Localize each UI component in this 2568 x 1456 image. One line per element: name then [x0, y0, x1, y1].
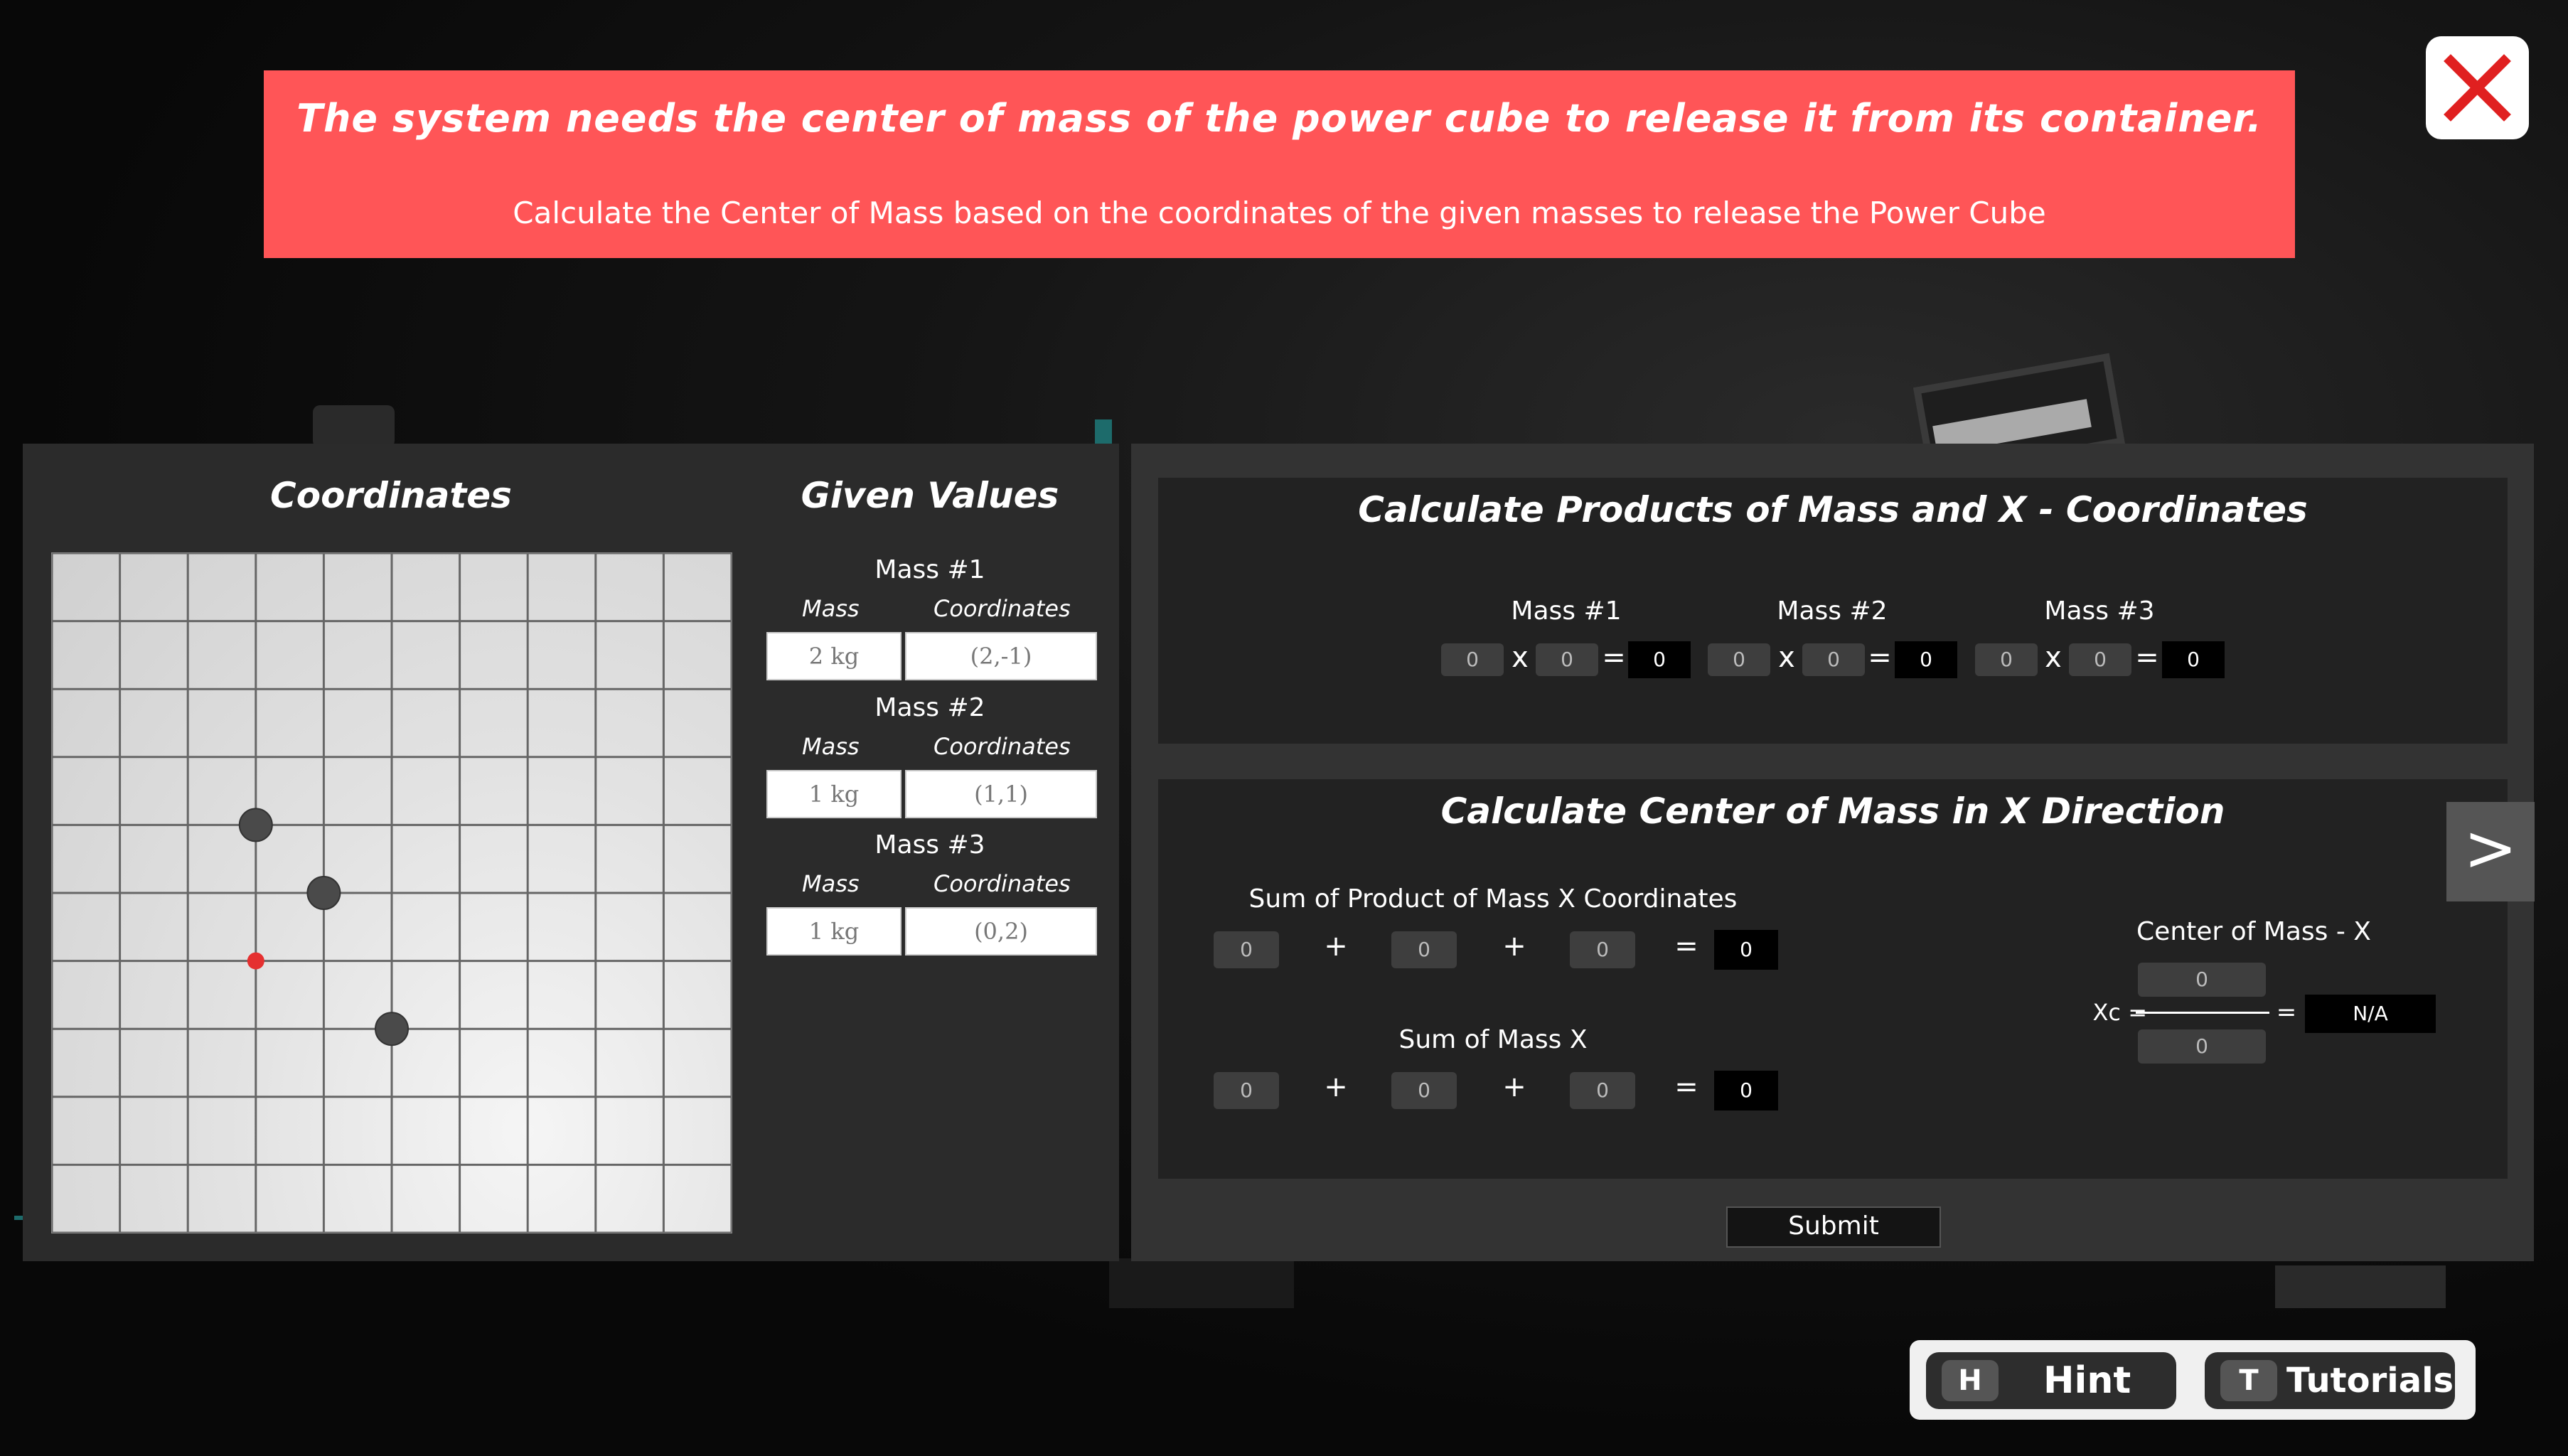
product-mass-1-times: x	[1512, 641, 1529, 674]
sum-product-plus-2: +	[1502, 930, 1526, 963]
product-mass-3-coord-input[interactable]: 0	[2069, 643, 2131, 676]
mass-2-coordinates: (1,1)	[905, 770, 1097, 818]
product-mass-1-result: 0	[1628, 641, 1691, 678]
sum-product-input-3[interactable]: 0	[1570, 931, 1635, 968]
close-button[interactable]	[2426, 36, 2529, 139]
sum-mass-input-1[interactable]: 0	[1214, 1072, 1279, 1109]
game-scene: The system needs the center of mass of t…	[0, 0, 2568, 1456]
mass-1-title: Mass #1	[874, 555, 985, 584]
mass-2-mass-header: Mass	[802, 733, 860, 760]
close-icon	[2444, 54, 2511, 122]
xc-numerator-input[interactable]: 0	[2138, 963, 2266, 997]
mass-3-coordinates: (0,2)	[905, 907, 1097, 956]
product-mass-3-mass-input[interactable]: 0	[1975, 643, 2038, 676]
mass-point-1	[238, 808, 273, 842]
product-mass-2-mass-input[interactable]: 0	[1708, 643, 1770, 676]
sum-mass-plus-2: +	[1502, 1071, 1526, 1103]
sum-mass-plus-1: +	[1324, 1071, 1348, 1103]
mass-1-value: 2 kg	[766, 632, 902, 680]
xc-label: Xc =	[2092, 999, 2148, 1026]
background-floor-block	[2275, 1265, 2446, 1308]
fraction-line	[2136, 1012, 2269, 1014]
tutorials-label: Tutorials	[2286, 1361, 2454, 1401]
mass-3-coord-header: Coordinates	[933, 870, 1071, 897]
product-mass-2-label: Mass #2	[1777, 596, 1888, 626]
coordinates-title: Coordinates	[270, 475, 512, 516]
submit-button[interactable]: Submit	[1726, 1206, 1941, 1248]
product-mass-2-coord-input[interactable]: 0	[1802, 643, 1865, 676]
mass-1-coord-header: Coordinates	[933, 595, 1071, 622]
center-of-mass-x-label: Center of Mass - X	[2136, 917, 2371, 946]
product-mass-2-equals: =	[1868, 641, 1892, 674]
sum-product-label: Sum of Product of Mass X Coordinates	[1248, 884, 1738, 914]
sum-product-result: 0	[1714, 930, 1778, 970]
banner-subtitle: Calculate the Center of Mass based on th…	[513, 196, 2046, 230]
xc-denominator-input[interactable]: 0	[2138, 1029, 2266, 1064]
sum-product-input-1[interactable]: 0	[1214, 931, 1279, 968]
product-mass-3-result: 0	[2162, 641, 2225, 678]
mass-3-mass-header: Mass	[802, 870, 860, 897]
banner-title: The system needs the center of mass of t…	[296, 96, 2262, 141]
mass-2-coord-header: Coordinates	[933, 733, 1071, 760]
sum-mass-input-3[interactable]: 0	[1570, 1072, 1635, 1109]
mass-point-2	[306, 876, 341, 910]
sum-product-input-2[interactable]: 0	[1391, 931, 1457, 968]
product-mass-2-times: x	[1778, 641, 1795, 674]
product-mass-1-mass-input[interactable]: 0	[1441, 643, 1504, 676]
sum-mass-label: Sum of Mass X	[1398, 1025, 1588, 1054]
grid-lines	[52, 553, 732, 1233]
product-mass-3-equals: =	[2135, 641, 2159, 674]
coordinate-grid[interactable]	[51, 552, 732, 1233]
mass-2-value: 1 kg	[766, 770, 902, 818]
product-mass-1-coord-input[interactable]: 0	[1536, 643, 1598, 676]
mass-2-title: Mass #2	[874, 693, 985, 722]
given-values-title: Given Values	[801, 475, 1059, 516]
product-mass-1-equals: =	[1602, 641, 1626, 674]
sum-mass-input-2[interactable]: 0	[1391, 1072, 1457, 1109]
mass-3-value: 1 kg	[766, 907, 902, 956]
sum-product-equals: =	[1674, 930, 1698, 963]
products-title: Calculate Products of Mass and X - Coord…	[1358, 489, 2308, 530]
sum-mass-result: 0	[1714, 1071, 1778, 1110]
instruction-banner: The system needs the center of mass of t…	[264, 70, 2295, 258]
product-mass-1-label: Mass #1	[1511, 596, 1622, 626]
hint-key: H	[1942, 1360, 1999, 1401]
tutorials-key: T	[2220, 1360, 2277, 1401]
hint-label: Hint	[2043, 1359, 2131, 1402]
xc-equals: =	[2276, 998, 2297, 1027]
sum-product-plus-1: +	[1324, 930, 1348, 963]
product-mass-3-times: x	[2045, 641, 2062, 674]
background-pillar	[313, 405, 395, 448]
sum-mass-equals: =	[1674, 1071, 1698, 1103]
product-mass-3-label: Mass #3	[2044, 596, 2155, 626]
center-of-mass-title: Calculate Center of Mass in X Direction	[1440, 791, 2225, 832]
background-floor-block	[1109, 1258, 1294, 1308]
mass-3-title: Mass #3	[874, 830, 985, 860]
mass-point-3	[375, 1012, 409, 1046]
center-of-mass-section	[1158, 779, 2508, 1179]
center-of-mass-marker[interactable]	[247, 952, 264, 970]
product-mass-2-result: 0	[1895, 641, 1957, 678]
mass-1-mass-header: Mass	[802, 595, 860, 622]
mass-1-coordinates: (2,-1)	[905, 632, 1097, 680]
xc-result: N/A	[2305, 995, 2436, 1033]
next-page-button[interactable]: >	[2446, 802, 2535, 901]
